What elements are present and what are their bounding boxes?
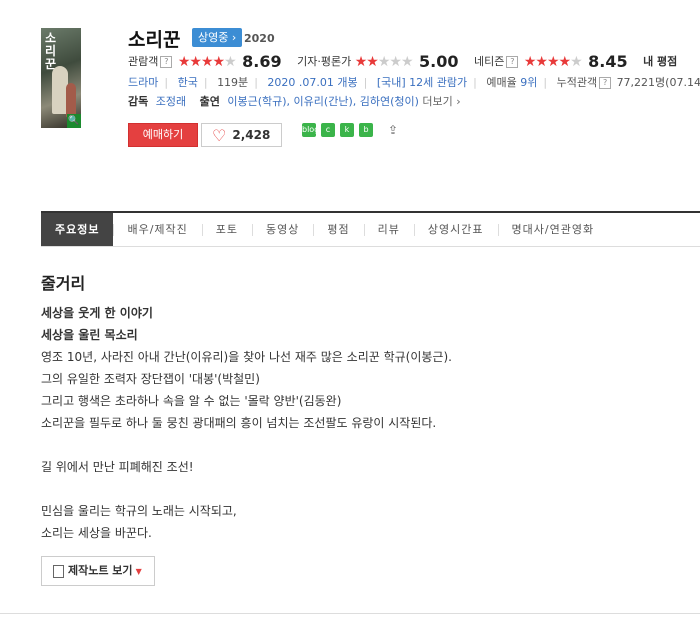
info-row: 드라마 | 한국 | 119분 | 2020 .07.01 개봉 | [국내] 12세 … [128,76,700,90]
band-share-icon[interactable]: b [359,123,373,137]
tab-video[interactable]: 동영상 [252,213,313,246]
netizen-score: 8.45 [588,52,628,71]
synopsis-subtitle-1: 세상을 웃게 한 이야기 [41,306,153,320]
synopsis-subtitle-2: 세상을 울린 목소리 [41,328,138,342]
my-rating-label[interactable]: 내 평점 [643,55,677,68]
reservation-rank[interactable]: 9위 [520,76,537,89]
tab-photo[interactable]: 포토 [201,213,252,246]
buy-ticket-button[interactable]: 예매하기 [128,123,198,147]
chevron-down-icon: ▼ [135,567,142,576]
critic-rating-label: 기자·평론가 [297,55,352,68]
netizen-rating-label: 네티즌 [473,55,505,68]
tab-rating[interactable]: 평점 [313,213,363,246]
tab-quotes-related[interactable]: 명대사/연관영화 [497,213,609,246]
divider [0,613,700,614]
cast-list[interactable]: 이봉근(학규), 이유리(간난), 김하연(청이) [227,95,419,108]
synopsis-section: 줄거리 세상을 웃게 한 이야기 세상을 울린 목소리 영조 10년, 사라진 … [41,270,681,544]
production-notes-label: 제작노트 보기 [68,564,133,577]
synopsis-line: 그의 유일한 조력자 장단잽이 '대봉'(박철민) [41,372,260,386]
synopsis-line: 영조 10년, 사라진 아내 간난(이유리)을 찾아 나선 재주 많은 소리꾼 … [41,350,452,364]
like-count: 2,428 [232,128,271,142]
production-notes-button[interactable]: 제작노트 보기 ▼ [41,556,155,586]
audience-stars: ★★★★★ [177,54,237,70]
more-link[interactable]: 더보기 › [422,95,460,108]
cumulative-value: 77,221명(07.14 기 [616,76,700,89]
document-icon [53,564,64,578]
director-link[interactable]: 조정래 [156,95,186,108]
critic-stars: ★★★★★ [354,54,414,70]
cafe-share-icon[interactable]: c [321,123,335,137]
movie-title[interactable]: 소리꾼 [128,25,180,52]
cumulative-label: 누적관객 [556,76,598,89]
poster-title: 소리꾼 [45,31,57,71]
heart-icon: ♡ [212,125,227,145]
release-year: 2020 [244,32,275,45]
audience-rating-label: 관람객 [128,55,159,68]
synopsis-heading: 줄거리 [41,274,86,293]
synopsis-line: 그리고 행색은 초라하나 속을 알 수 없는 '몰락 양반'(김동완) [41,394,342,408]
tab-showtimes[interactable]: 상영시간표 [413,213,498,246]
release-date[interactable]: 2020 .07.01 개봉 [267,76,357,89]
status-badge[interactable]: 상영중 › [192,28,243,47]
help-icon[interactable]: ? [599,77,612,89]
blog-share-icon[interactable]: blog [302,123,319,137]
share-icon[interactable]: ⇪ [386,123,400,137]
movie-poster[interactable]: 소리꾼 🔍 [41,28,81,128]
tab-bar: 주요정보 배우/제작진 포토 동영상 평점 리뷰 상영시간표 명대사/연관영화 [41,211,700,247]
synopsis-line: 소리꾼을 필두로 하나 둘 뭉친 광대패의 흥이 넘치는 조선팔도 유랑이 시작… [41,416,437,430]
synopsis-line: 민심을 울리는 학규의 노래는 시작되고, [41,504,237,518]
audience-score: 8.69 [242,52,282,71]
reservation-label: 예매율 [486,76,517,89]
runtime: 119분 [217,76,249,89]
cast-label: 출연 [199,95,220,108]
help-icon[interactable]: ? [160,56,173,68]
credits-row: 감독 조정래 출연 이봉근(학규), 이유리(간난), 김하연(청이) 더보기 … [128,95,461,109]
like-button[interactable]: ♡ 2,428 [201,123,282,147]
country-link[interactable]: 한국 [178,76,198,89]
genre-link[interactable]: 드라마 [128,76,158,89]
critic-score: 5.00 [419,52,459,71]
tab-cast-crew[interactable]: 배우/제작진 [113,213,201,246]
tab-review[interactable]: 리뷰 [363,213,414,246]
kakao-share-icon[interactable]: k [340,123,354,137]
age-rating[interactable]: [국내] 12세 관람가 [377,76,467,89]
zoom-icon[interactable]: 🔍 [67,114,81,128]
synopsis-line: 길 위에서 만난 피폐해진 조선! [41,460,194,474]
poster-figure-2 [66,83,76,117]
synopsis-line: 소리는 세상을 바꾼다. [41,526,152,540]
ratings-row: 관람객? ★★★★★ 8.69 기자·평론가 ★★★★★ 5.00 네티즌? ★… [128,51,677,73]
tab-main-info[interactable]: 주요정보 [41,213,114,246]
director-label: 감독 [128,95,149,108]
help-icon[interactable]: ? [506,56,519,68]
netizen-stars: ★★★★★ [523,54,583,70]
